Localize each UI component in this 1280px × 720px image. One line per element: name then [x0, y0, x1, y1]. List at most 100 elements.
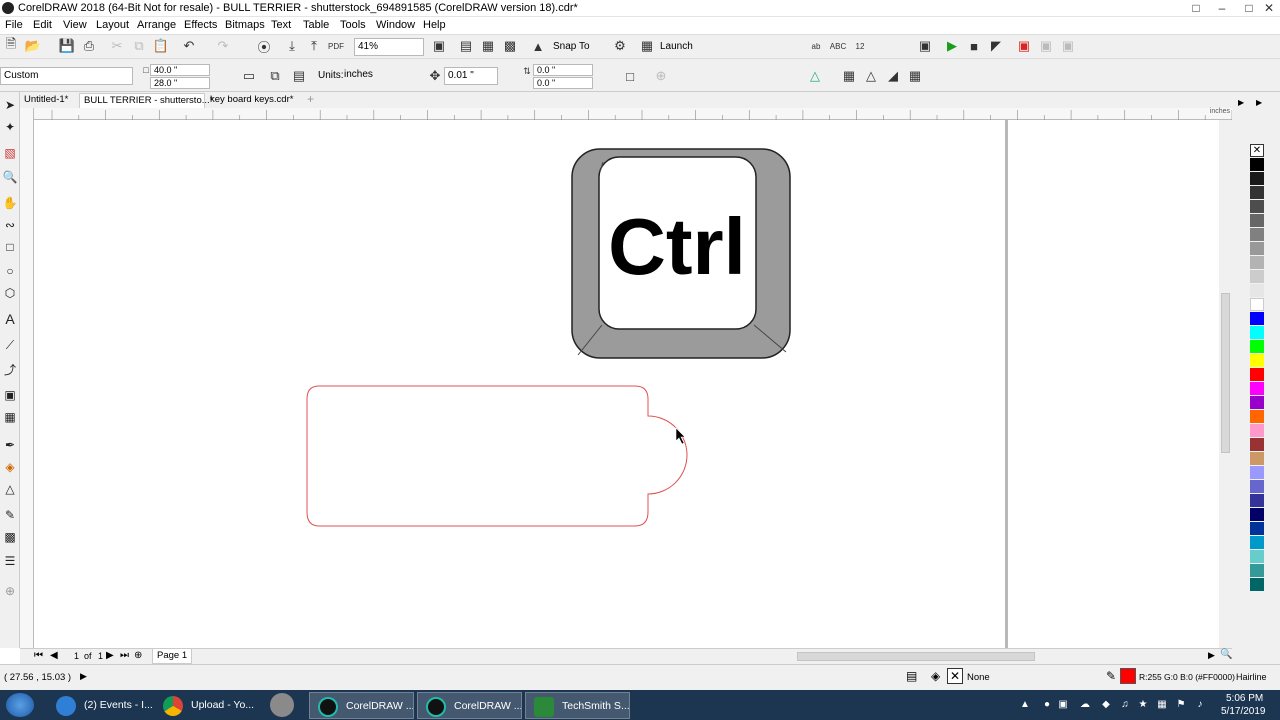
flag-icon[interactable]: ⚑ — [1174, 698, 1188, 712]
color-swatch[interactable] — [1250, 298, 1264, 311]
transparency-tool-icon[interactable]: ▦ — [1, 408, 19, 426]
bounding-box-icon[interactable]: □ — [621, 67, 639, 85]
color-swatch[interactable] — [1250, 480, 1264, 493]
vertical-scroll-thumb[interactable] — [1221, 293, 1230, 453]
palette-arrow-icon[interactable]: ▶ — [1238, 98, 1244, 107]
restore-icon[interactable]: □ — [1183, 0, 1209, 16]
taskbar-coreldraw-1[interactable]: CorelDRAW ... — [309, 692, 414, 719]
add-page-icon[interactable]: ⊕ — [134, 650, 142, 661]
menu-arrange[interactable]: Arrange — [137, 19, 176, 31]
menu-view[interactable]: View — [63, 19, 87, 31]
menu-edit[interactable]: Edit — [33, 19, 52, 31]
bluetooth-icon[interactable]: ★ — [1136, 698, 1150, 712]
add-icon[interactable]: ⊕ — [652, 67, 670, 85]
color-swatch[interactable] — [1250, 256, 1264, 269]
menu-tools[interactable]: Tools — [340, 19, 366, 31]
shape-icon[interactable]: ◢ — [884, 67, 902, 85]
tab-untitled-1[interactable]: Untitled-1* — [20, 93, 72, 108]
speaker-icon[interactable]: ♪ — [1193, 698, 1207, 712]
interactive-fill-icon[interactable]: ◈ — [1, 458, 19, 476]
key-outline-shape[interactable] — [306, 385, 688, 527]
color-swatch[interactable] — [1250, 466, 1264, 479]
color-swatch[interactable] — [1250, 368, 1264, 381]
taskbar-coreldraw-2[interactable]: CorelDRAW ... — [417, 692, 522, 719]
network-icon[interactable]: ▦ — [1155, 698, 1169, 712]
clock-time[interactable]: 5:06 PM — [1226, 693, 1263, 704]
color-swatch[interactable] — [1250, 326, 1264, 339]
color-swatch[interactable] — [1250, 228, 1264, 241]
color-swatch[interactable] — [1250, 382, 1264, 395]
outline-pen-icon[interactable]: ✎ — [1, 506, 19, 524]
tray-shield-icon[interactable]: ◆ — [1099, 698, 1113, 712]
ellipse-tool-icon[interactable]: ○ — [1, 262, 19, 280]
menu-layout[interactable]: Layout — [96, 19, 129, 31]
numbering-icon[interactable]: 12 — [851, 37, 869, 55]
all-pages-icon[interactable]: ⧉ — [266, 67, 284, 85]
tray-camera-icon[interactable]: ▣ — [1056, 698, 1070, 712]
nudge-distance-field[interactable]: 0.01 " — [444, 67, 498, 85]
text-tool-icon[interactable]: A — [1, 310, 19, 328]
play-icon[interactable]: ▶ — [943, 37, 961, 55]
tray-mic-icon[interactable]: ● — [1040, 698, 1054, 712]
menu-file[interactable]: File — [5, 19, 23, 31]
menu-table[interactable]: Table — [303, 19, 329, 31]
status-play-icon[interactable]: ▶ — [80, 671, 87, 682]
add-tool-icon[interactable]: ⊕ — [1, 582, 19, 600]
color-swatch[interactable] — [1250, 242, 1264, 255]
fill-icon[interactable]: ▩ — [1, 528, 19, 546]
abc-icon[interactable]: ABC — [829, 37, 847, 55]
search-content-icon[interactable]: ⦿ — [255, 37, 273, 55]
color-swatch[interactable] — [1250, 564, 1264, 577]
tab-bull-terrier[interactable]: BULL TERRIER - shuttersto...* — [79, 93, 213, 108]
launch-dropdown[interactable]: Launch — [660, 41, 693, 52]
color-swatch[interactable] — [1250, 312, 1264, 325]
color-swatch[interactable] — [1250, 284, 1264, 297]
last-page-icon[interactable]: ⏭ — [120, 650, 129, 661]
copy-icon[interactable]: ⧉ — [130, 37, 148, 55]
show-grid-icon[interactable]: ▦ — [479, 37, 497, 55]
palette-expand-icon[interactable]: ▶ — [1256, 98, 1262, 107]
triangle-icon[interactable]: △ — [862, 67, 880, 85]
tab-keyboard-keys[interactable]: key board keys.cdr* — [206, 93, 297, 108]
stop-record-icon[interactable]: ▣ — [1015, 37, 1033, 55]
color-swatch[interactable] — [1250, 186, 1264, 199]
tray-chevron-icon[interactable]: ▲ — [1018, 698, 1032, 712]
color-swatch[interactable] — [1250, 158, 1264, 171]
tray-cloud-icon[interactable]: ☁ — [1078, 698, 1092, 712]
zoom-full-page-icon[interactable]: ▣ — [430, 37, 448, 55]
undo-icon[interactable]: ↶ — [180, 37, 198, 55]
menu-help[interactable]: Help — [423, 19, 446, 31]
rectangle-tool-icon[interactable]: □ — [1, 238, 19, 256]
outline-pen-status-icon[interactable]: ✎ — [1106, 669, 1116, 683]
no-color-swatch[interactable]: ✕ — [1250, 144, 1264, 157]
snap-icon[interactable]: ▲ — [529, 37, 547, 55]
zoom-navigator-icon[interactable]: 🔍 — [1220, 649, 1232, 660]
page-1-tab[interactable]: Page 1 — [152, 649, 193, 664]
vertical-scrollbar[interactable] — [1219, 120, 1232, 648]
page-preset-select[interactable]: Custom — [0, 67, 133, 85]
color-swatch[interactable] — [1250, 396, 1264, 409]
landscape-icon[interactable]: ▭ — [240, 67, 258, 85]
close-button[interactable]: ✕ — [1256, 0, 1280, 16]
color-swatch[interactable] — [1250, 214, 1264, 227]
tray-volume-icon[interactable]: ♫ — [1118, 698, 1132, 712]
print-icon[interactable]: ⎙ — [80, 37, 98, 55]
taskbar-chrome-upload[interactable]: Upload - Yo... — [155, 692, 260, 719]
next-page-icon[interactable]: ▶ — [106, 650, 114, 661]
color-swatch[interactable] — [1250, 424, 1264, 437]
color-swatch[interactable] — [1250, 550, 1264, 563]
crop-icon[interactable]: ■ — [965, 37, 983, 55]
pick-tool-icon[interactable]: ➤ — [1, 96, 19, 114]
color-swatch[interactable] — [1250, 494, 1264, 507]
crop-tool-icon[interactable]: ▧ — [1, 144, 19, 162]
freehand-tool-icon[interactable]: ∾ — [1, 216, 19, 234]
menu-window[interactable]: Window — [376, 19, 415, 31]
stop-icon[interactable]: ▣ — [1059, 37, 1077, 55]
color-swatch[interactable] — [1250, 438, 1264, 451]
show-guidelines-icon[interactable]: ▩ — [501, 37, 519, 55]
launch-icon[interactable]: ▦ — [638, 37, 656, 55]
shape-tool-icon[interactable]: ✦ — [1, 118, 19, 136]
prev-page-icon[interactable]: ◀ — [50, 650, 58, 661]
color-swatch[interactable] — [1250, 172, 1264, 185]
menu-text[interactable]: Text — [271, 19, 291, 31]
